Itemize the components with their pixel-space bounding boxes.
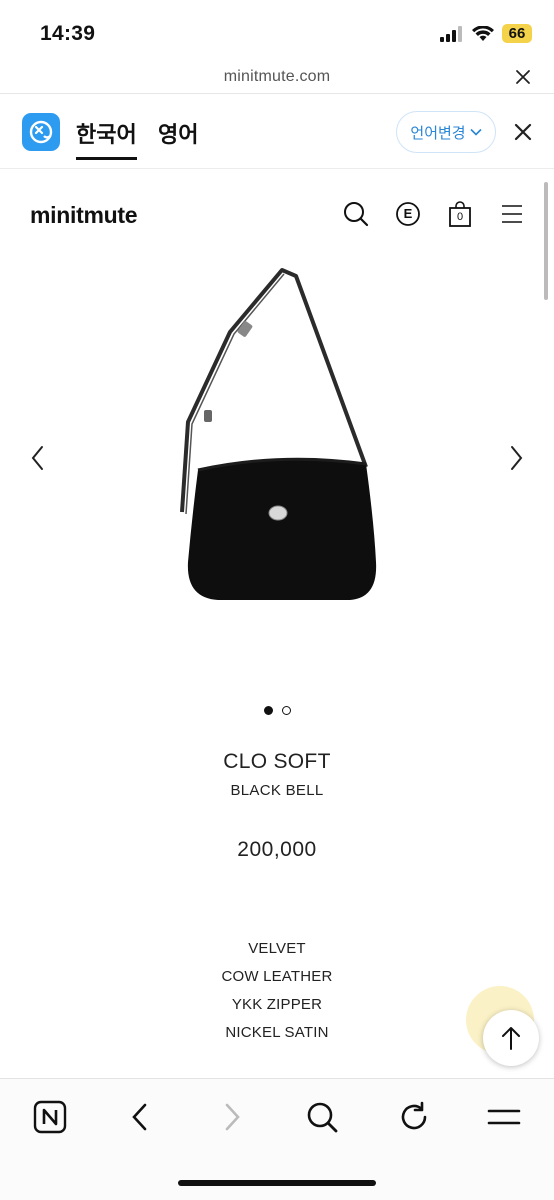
product-color: BLACK BELL (230, 782, 324, 799)
url-bar[interactable]: minitmute.com (0, 62, 554, 94)
tab-korean[interactable]: 한국어 (76, 117, 137, 160)
change-language-label: 언어변경 (410, 124, 466, 142)
signal-icon (440, 25, 462, 42)
back-icon[interactable] (120, 1097, 160, 1137)
product-image[interactable] (160, 262, 400, 608)
refresh-icon[interactable] (394, 1097, 434, 1137)
menu-toolbar-icon[interactable] (484, 1097, 524, 1137)
material-item: VELVET (248, 940, 306, 957)
chevron-left-icon[interactable] (28, 444, 48, 472)
url-text[interactable]: minitmute.com (0, 68, 554, 86)
close-translation-icon[interactable] (514, 123, 532, 141)
home-indicator (178, 1180, 376, 1186)
product-price: 200,000 (237, 838, 317, 861)
status-time: 14:39 (40, 22, 96, 45)
chevron-right-icon[interactable] (506, 444, 526, 472)
battery-indicator: 66 (502, 24, 532, 43)
change-language-button[interactable]: 언어변경 (396, 111, 496, 153)
currency-e-icon[interactable]: E (394, 200, 422, 228)
carousel-dot-2[interactable] (281, 706, 291, 715)
carousel-dot-1[interactable] (263, 706, 273, 715)
chevron-down-icon (470, 128, 482, 136)
status-bar: 14:39 66 (0, 0, 554, 62)
currency-letter: E (403, 206, 413, 221)
tab-english[interactable]: 영어 (158, 117, 198, 149)
arrow-up-icon (502, 1027, 520, 1050)
wifi-icon (472, 25, 494, 41)
search-icon[interactable] (342, 200, 370, 228)
status-icons: 66 (440, 24, 532, 43)
search-toolbar-icon[interactable] (302, 1097, 342, 1137)
scroll-top-button[interactable] (483, 1010, 539, 1066)
carousel-dots (0, 706, 554, 715)
hamburger-menu-icon[interactable] (498, 200, 526, 228)
site-header: minitmute E 0 (0, 170, 554, 258)
naver-home-icon[interactable] (30, 1097, 70, 1137)
cart-count: 0 (456, 211, 464, 223)
scrollbar[interactable] (544, 182, 548, 300)
forward-icon[interactable] (212, 1097, 252, 1137)
papago-logo-icon (22, 113, 60, 151)
translation-bar: 한국어 영어 언어변경 (0, 95, 554, 169)
shopping-bag-icon[interactable]: 0 (446, 200, 474, 228)
close-icon[interactable] (514, 68, 532, 86)
product-name: CLO SOFT (223, 750, 331, 773)
brand-logo[interactable]: minitmute (30, 202, 138, 229)
material-item: COW LEATHER (221, 968, 333, 985)
